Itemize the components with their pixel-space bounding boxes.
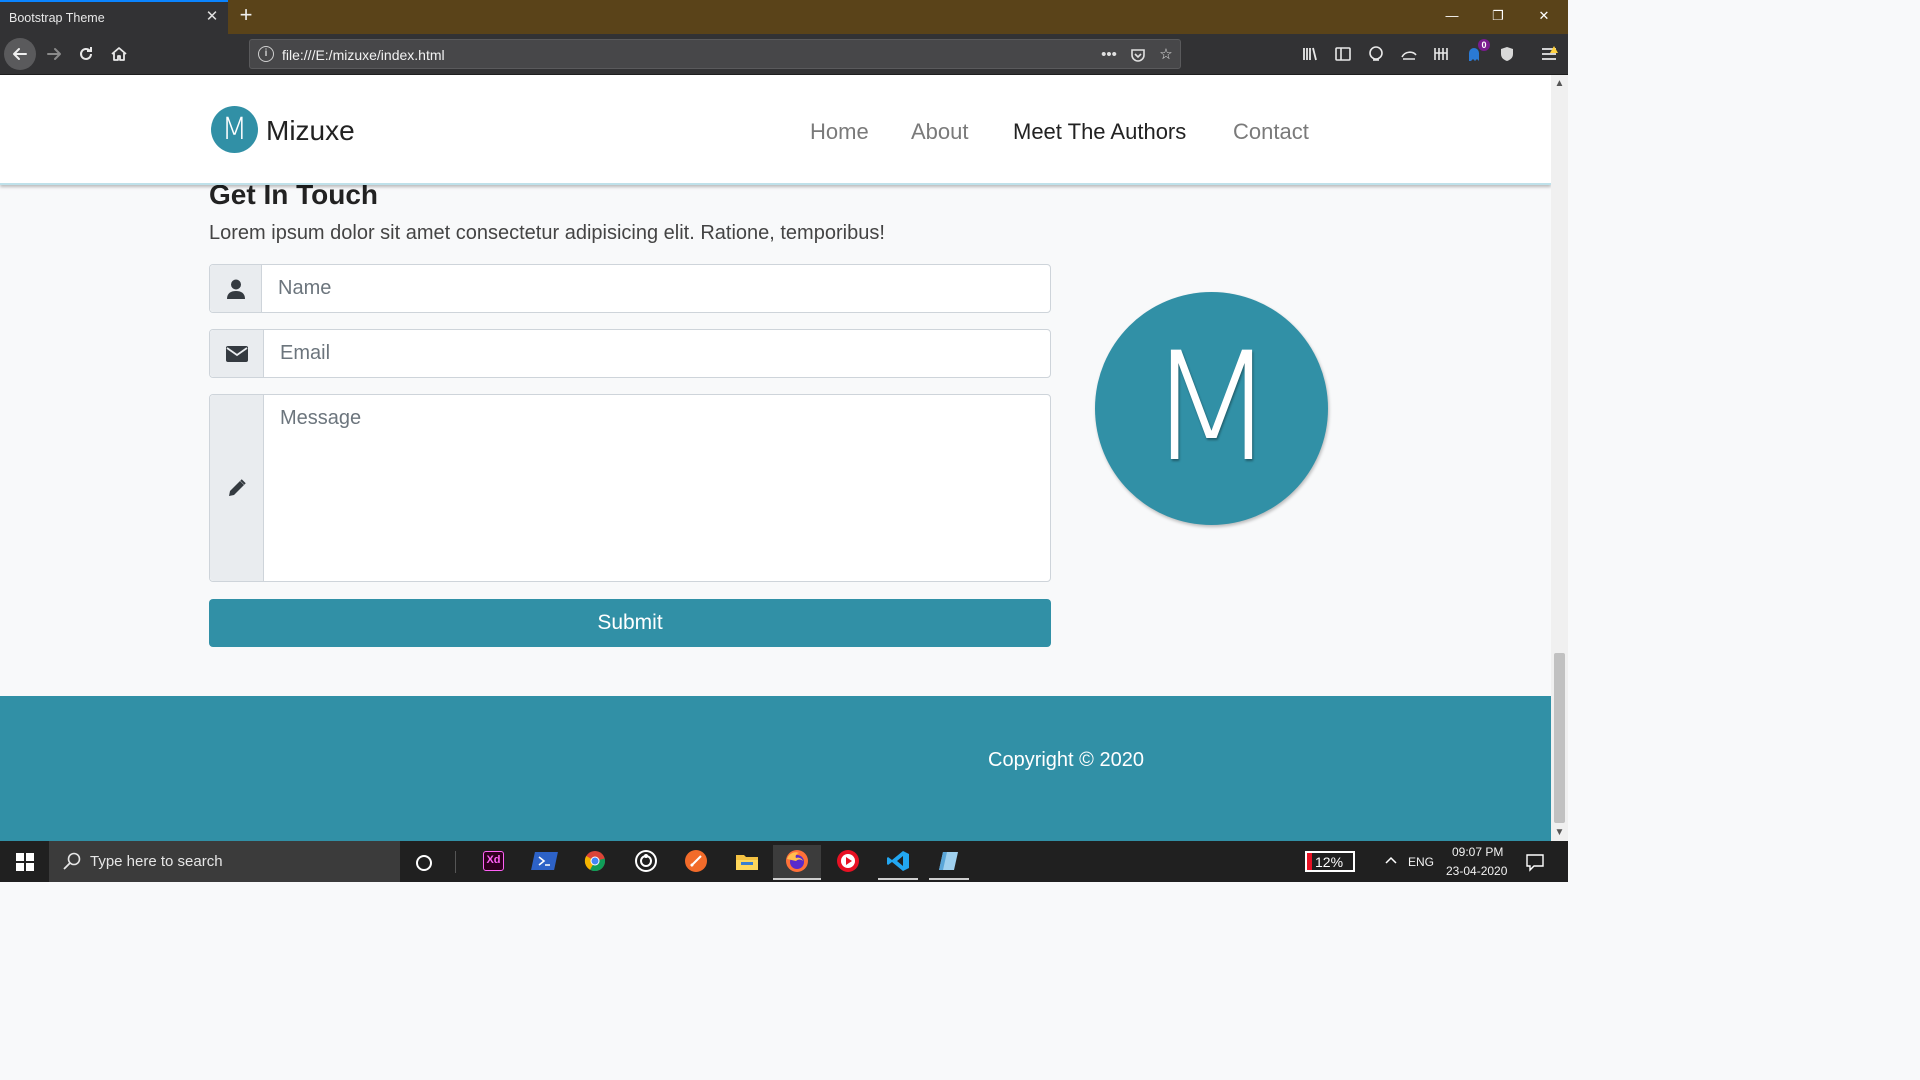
- brave-like-icon[interactable]: [676, 845, 716, 880]
- extension-icon[interactable]: [1364, 42, 1388, 66]
- menu-icon[interactable]: [1537, 42, 1561, 66]
- name-input[interactable]: [262, 265, 1050, 312]
- app-icon[interactable]: [929, 845, 969, 880]
- scroll-thumb[interactable]: [1554, 653, 1565, 823]
- logo-letter: M: [1146, 321, 1277, 495]
- sidebar-icon[interactable]: [1331, 42, 1355, 66]
- user-icon: [226, 279, 245, 299]
- shield-icon[interactable]: [1495, 42, 1519, 66]
- minimize-icon[interactable]: —: [1440, 6, 1464, 26]
- nav-about-link[interactable]: About: [911, 119, 969, 145]
- site-navbar: M Mizuxe Home About Meet The Authors Con…: [0, 75, 1551, 185]
- envelope-icon: [225, 345, 248, 362]
- copyright-text: Copyright © 2020: [988, 749, 1144, 771]
- message-input-group: [209, 394, 1051, 582]
- media-player-icon[interactable]: [828, 845, 868, 880]
- site-info-icon[interactable]: i: [258, 46, 274, 62]
- restore-icon[interactable]: ❐: [1486, 6, 1510, 26]
- message-addon: [210, 395, 264, 581]
- battery-level: [1307, 853, 1312, 870]
- windows-start-icon[interactable]: [0, 841, 48, 882]
- nav-contact-link[interactable]: Contact: [1233, 119, 1309, 145]
- scroll-up-icon[interactable]: ▲: [1551, 75, 1568, 92]
- pencil-icon: [228, 479, 246, 496]
- language-indicator[interactable]: ENG: [1408, 855, 1434, 869]
- library-icon[interactable]: [1298, 42, 1322, 66]
- windows-taskbar: Type here to search Xd 12% ENG 09:07 PM …: [0, 841, 1568, 882]
- bookmark-star-icon[interactable]: ☆: [1155, 44, 1177, 66]
- home-icon[interactable]: [103, 38, 135, 70]
- browser-toolbar: i file:///E:/mizuxe/index.html ••• ☆ 0: [0, 34, 1568, 75]
- close-window-icon[interactable]: ✕: [1532, 6, 1556, 26]
- email-input[interactable]: [264, 330, 1050, 377]
- file-explorer-icon[interactable]: [727, 845, 767, 880]
- browser-tab[interactable]: Bootstrap Theme ✕: [0, 0, 228, 34]
- name-addon: [210, 265, 262, 312]
- mizuxe-logo: M: [1095, 292, 1328, 525]
- contact-description: Lorem ipsum dolor sit amet consectetur a…: [209, 222, 885, 244]
- brand-name[interactable]: Mizuxe: [266, 115, 355, 147]
- email-input-group: [209, 329, 1051, 378]
- taskbar-divider: [455, 851, 456, 873]
- reload-icon[interactable]: [70, 38, 102, 70]
- powershell-icon[interactable]: [524, 845, 564, 880]
- url-bar[interactable]: i file:///E:/mizuxe/index.html ••• ☆: [249, 39, 1181, 69]
- new-tab-icon[interactable]: +: [234, 4, 258, 28]
- brand-logo[interactable]: M: [211, 106, 258, 153]
- chevron-up-icon[interactable]: [1384, 853, 1398, 867]
- browser-tabstrip: Bootstrap Theme ✕ + — ❐ ✕: [0, 0, 1568, 34]
- taskbar-search[interactable]: Type here to search: [49, 841, 400, 882]
- page-viewport: M Mizuxe Home About Meet The Authors Con…: [0, 75, 1551, 841]
- pocket-icon[interactable]: [1127, 44, 1149, 66]
- obs-icon[interactable]: [626, 845, 666, 880]
- extension-icon[interactable]: [1397, 42, 1421, 66]
- clock-time[interactable]: 09:07 PM: [1452, 845, 1503, 859]
- nav-home-link[interactable]: Home: [810, 119, 869, 145]
- tab-close-icon[interactable]: ✕: [202, 7, 222, 27]
- url-text[interactable]: file:///E:/mizuxe/index.html: [282, 47, 445, 63]
- scroll-down-icon[interactable]: ▼: [1551, 824, 1568, 841]
- page-actions-icon[interactable]: •••: [1098, 44, 1120, 66]
- nav-authors-link[interactable]: Meet The Authors: [1013, 119, 1186, 145]
- message-textarea[interactable]: [264, 395, 1050, 581]
- page-scrollbar[interactable]: ▲ ▼: [1551, 75, 1568, 841]
- submit-button[interactable]: Submit: [209, 599, 1051, 647]
- adobe-xd-icon[interactable]: Xd: [473, 845, 513, 880]
- clock-date[interactable]: 23-04-2020: [1446, 864, 1507, 878]
- firefox-icon[interactable]: [773, 845, 821, 880]
- cortana-icon[interactable]: [404, 845, 444, 880]
- tab-title: Bootstrap Theme: [9, 11, 105, 25]
- site-footer: Copyright © 2020: [0, 696, 1551, 841]
- notifications-icon[interactable]: [1525, 852, 1545, 872]
- battery-percent: 12%: [1315, 854, 1344, 870]
- back-icon[interactable]: [4, 38, 36, 70]
- extension-icon[interactable]: [1429, 42, 1453, 66]
- search-icon: [63, 852, 81, 870]
- email-addon: [210, 330, 264, 377]
- search-placeholder: Type here to search: [90, 853, 223, 870]
- notification-badge: 0: [1478, 39, 1490, 51]
- battery-indicator[interactable]: 12%: [1305, 851, 1355, 872]
- name-input-group: [209, 264, 1051, 313]
- forward-icon[interactable]: [38, 38, 70, 70]
- chrome-icon[interactable]: [575, 845, 615, 880]
- vscode-icon[interactable]: [878, 845, 918, 880]
